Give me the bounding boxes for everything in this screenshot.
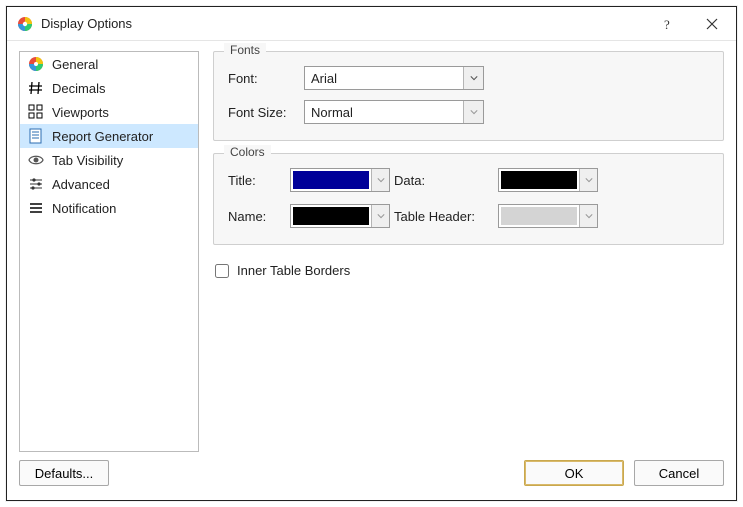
color-wheel-icon bbox=[28, 56, 44, 72]
window-title: Display Options bbox=[41, 16, 646, 31]
sidebar-item-label: Notification bbox=[52, 201, 116, 216]
sidebar-item-label: Decimals bbox=[52, 81, 105, 96]
dialog-content: General Decimals Viewports Report Genera… bbox=[7, 41, 736, 456]
app-icon bbox=[17, 16, 33, 32]
inner-table-borders-checkbox[interactable] bbox=[215, 264, 229, 278]
chevron-down-icon bbox=[579, 205, 597, 227]
svg-text:?: ? bbox=[664, 17, 670, 31]
close-button[interactable] bbox=[690, 8, 734, 40]
font-value: Arial bbox=[305, 67, 463, 89]
font-size-select[interactable]: Normal bbox=[304, 100, 484, 124]
sidebar-item-tab-visibility[interactable]: Tab Visibility bbox=[20, 148, 198, 172]
sidebar-item-viewports[interactable]: Viewports bbox=[20, 100, 198, 124]
ok-button[interactable]: OK bbox=[524, 460, 624, 486]
eye-icon bbox=[28, 152, 44, 168]
sidebar-item-report-generator[interactable]: Report Generator bbox=[20, 124, 198, 148]
category-sidebar: General Decimals Viewports Report Genera… bbox=[19, 51, 199, 452]
sliders-icon bbox=[28, 176, 44, 192]
fonts-group: Fonts Font: Arial Font Size: Normal bbox=[213, 51, 724, 141]
color-swatch bbox=[501, 171, 577, 189]
fonts-legend: Fonts bbox=[224, 43, 266, 57]
color-swatch bbox=[293, 171, 369, 189]
cancel-button[interactable]: Cancel bbox=[634, 460, 724, 486]
font-size-label: Font Size: bbox=[228, 105, 298, 120]
settings-panel: Fonts Font: Arial Font Size: Normal bbox=[213, 51, 724, 452]
viewports-icon bbox=[28, 104, 44, 120]
chevron-down-icon bbox=[371, 169, 389, 191]
sidebar-item-label: Viewports bbox=[52, 105, 109, 120]
title-color-label: Title: bbox=[228, 173, 286, 188]
font-label: Font: bbox=[228, 71, 298, 86]
inner-table-borders-row: Inner Table Borders bbox=[213, 263, 724, 278]
color-swatch bbox=[293, 207, 369, 225]
sidebar-item-label: Tab Visibility bbox=[52, 153, 123, 168]
list-icon bbox=[28, 200, 44, 216]
font-size-value: Normal bbox=[305, 101, 463, 123]
titlebar: Display Options ? bbox=[7, 7, 736, 41]
sidebar-item-label: Report Generator bbox=[52, 129, 153, 144]
colors-group: Colors Title: Data: Name: bbox=[213, 153, 724, 245]
sidebar-item-decimals[interactable]: Decimals bbox=[20, 76, 198, 100]
chevron-down-icon bbox=[579, 169, 597, 191]
hash-icon bbox=[28, 80, 44, 96]
help-button[interactable]: ? bbox=[646, 8, 690, 40]
sidebar-item-label: General bbox=[52, 57, 98, 72]
chevron-down-icon bbox=[463, 101, 483, 123]
table-header-color-label: Table Header: bbox=[394, 209, 494, 224]
name-color-picker[interactable] bbox=[290, 204, 390, 228]
defaults-button[interactable]: Defaults... bbox=[19, 460, 109, 486]
data-color-label: Data: bbox=[394, 173, 494, 188]
inner-table-borders-label: Inner Table Borders bbox=[237, 263, 350, 278]
colors-legend: Colors bbox=[224, 145, 271, 159]
display-options-dialog: Display Options ? General Decimals bbox=[6, 6, 737, 501]
font-select[interactable]: Arial bbox=[304, 66, 484, 90]
sidebar-item-notification[interactable]: Notification bbox=[20, 196, 198, 220]
chevron-down-icon bbox=[371, 205, 389, 227]
table-header-color-picker[interactable] bbox=[498, 204, 598, 228]
sidebar-item-general[interactable]: General bbox=[20, 52, 198, 76]
title-color-picker[interactable] bbox=[290, 168, 390, 192]
color-swatch bbox=[501, 207, 577, 225]
dialog-footer: Defaults... OK Cancel bbox=[7, 456, 736, 500]
report-icon bbox=[28, 128, 44, 144]
sidebar-item-label: Advanced bbox=[52, 177, 110, 192]
name-color-label: Name: bbox=[228, 209, 286, 224]
sidebar-item-advanced[interactable]: Advanced bbox=[20, 172, 198, 196]
chevron-down-icon bbox=[463, 67, 483, 89]
data-color-picker[interactable] bbox=[498, 168, 598, 192]
